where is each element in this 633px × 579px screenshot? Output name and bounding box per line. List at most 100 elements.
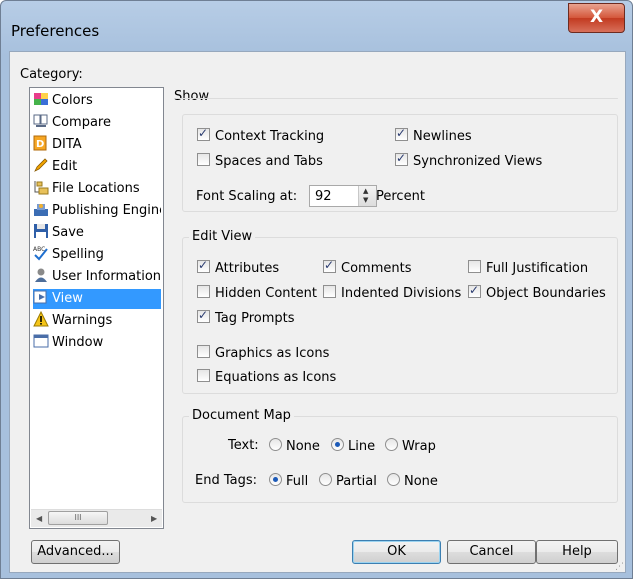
scroll-thumb[interactable]: III xyxy=(48,511,108,525)
show-divider xyxy=(175,98,618,99)
user-icon xyxy=(33,267,49,283)
attributes-checkbox[interactable]: Attributes xyxy=(197,258,280,276)
dialog-body: Category: Colors Compare D DITA Edit File… xyxy=(9,51,626,573)
checkbox-box[interactable] xyxy=(197,258,210,273)
object-boundaries-label: Object Boundaries xyxy=(486,286,606,301)
horizontal-scrollbar[interactable]: ◀ III ▶ xyxy=(31,509,162,527)
document-map-group-title: Document Map xyxy=(189,408,294,423)
text-none-radio[interactable]: None xyxy=(269,438,320,454)
category-item-dita[interactable]: D DITA xyxy=(33,135,161,155)
text-wrap-radio[interactable]: Wrap xyxy=(385,438,436,454)
preferences-window: Preferences X Category: Colors Compare D… xyxy=(0,0,633,579)
radio-dot[interactable] xyxy=(269,473,282,486)
checkbox-box[interactable] xyxy=(323,285,336,298)
category-item-edit[interactable]: Edit xyxy=(33,157,161,177)
graphics-as-icons-label: Graphics as Icons xyxy=(215,346,330,361)
category-item-save[interactable]: Save xyxy=(33,223,161,243)
context-tracking-checkbox[interactable]: Context Tracking xyxy=(197,126,324,144)
checkbox-box[interactable] xyxy=(197,153,210,166)
checkbox-box[interactable] xyxy=(395,151,408,166)
resize-grip-icon[interactable]: ⋰ xyxy=(615,562,624,572)
close-button[interactable]: X xyxy=(568,3,625,33)
category-item-warnings[interactable]: Warnings xyxy=(33,311,161,331)
colors-icon xyxy=(33,91,49,107)
font-scaling-value[interactable]: 92 xyxy=(315,189,332,204)
font-scaling-spinner[interactable]: 92 ▲ ▼ xyxy=(309,185,377,207)
checkbox-box[interactable] xyxy=(468,283,481,298)
object-boundaries-checkbox[interactable]: Object Boundaries xyxy=(468,283,606,301)
text-wrap-label: Wrap xyxy=(402,439,436,454)
spin-up-icon[interactable]: ▲ xyxy=(363,187,368,195)
equations-as-icons-checkbox[interactable]: Equations as Icons xyxy=(197,369,336,385)
end-tags-none-radio[interactable]: None xyxy=(387,473,438,489)
indented-divisions-checkbox[interactable]: Indented Divisions xyxy=(323,285,461,301)
radio-dot[interactable] xyxy=(319,473,332,486)
help-button[interactable]: Help xyxy=(536,540,618,564)
hidden-content-checkbox[interactable]: Hidden Content xyxy=(197,285,317,301)
category-item-label: View xyxy=(52,291,83,306)
radio-dot[interactable] xyxy=(331,438,344,451)
title-bar[interactable]: Preferences X xyxy=(1,1,632,51)
checkbox-box[interactable] xyxy=(468,260,481,273)
advanced-button[interactable]: Advanced... xyxy=(31,540,120,564)
scroll-right-icon[interactable]: ▶ xyxy=(151,514,157,523)
end-tags-full-radio[interactable]: Full xyxy=(269,473,308,489)
scroll-left-icon[interactable]: ◀ xyxy=(36,514,42,523)
category-label: Category: xyxy=(20,67,83,82)
category-list[interactable]: Colors Compare D DITA Edit File Locations… xyxy=(29,87,164,529)
category-item-file-locations[interactable]: File Locations xyxy=(33,179,161,199)
category-item-window[interactable]: Window xyxy=(33,333,161,353)
window-title: Preferences xyxy=(11,22,100,40)
checkbox-box[interactable] xyxy=(197,308,210,323)
category-item-label: Spelling xyxy=(52,247,104,262)
full-justification-label: Full Justification xyxy=(486,261,589,276)
checkbox-box[interactable] xyxy=(395,126,408,141)
edit-pencil-icon xyxy=(33,157,49,173)
text-line-radio[interactable]: Line xyxy=(331,438,375,454)
full-justification-checkbox[interactable]: Full Justification xyxy=(468,260,588,276)
radio-dot[interactable] xyxy=(385,438,398,451)
hidden-content-label: Hidden Content xyxy=(215,286,317,301)
checkbox-box[interactable] xyxy=(197,345,210,358)
category-item-label: Window xyxy=(52,335,104,350)
category-item-label: Compare xyxy=(52,115,111,130)
category-item-user-information[interactable]: User Information xyxy=(33,267,161,287)
spinner-arrows[interactable]: ▲ ▼ xyxy=(358,186,376,206)
attributes-label: Attributes xyxy=(215,261,280,276)
spin-down-icon[interactable]: ▼ xyxy=(363,196,368,204)
checkbox-box[interactable] xyxy=(197,126,210,141)
end-tags-partial-label: Partial xyxy=(336,474,377,489)
ok-button[interactable]: OK xyxy=(352,540,441,564)
end-tags-partial-radio[interactable]: Partial xyxy=(319,473,377,489)
category-item-colors[interactable]: Colors xyxy=(33,91,161,111)
radio-dot[interactable] xyxy=(269,438,282,451)
comments-checkbox[interactable]: Comments xyxy=(323,258,411,276)
category-item-spelling[interactable]: ABC Spelling xyxy=(33,245,161,265)
category-item-label: File Locations xyxy=(52,181,140,196)
window-icon xyxy=(33,333,49,349)
cancel-button[interactable]: Cancel xyxy=(447,540,536,564)
percent-label: Percent xyxy=(376,189,425,204)
tag-prompts-checkbox[interactable]: Tag Prompts xyxy=(197,308,295,326)
svg-text:D: D xyxy=(36,139,44,150)
graphics-as-icons-checkbox[interactable]: Graphics as Icons xyxy=(197,345,329,361)
newlines-checkbox[interactable]: Newlines xyxy=(395,126,472,144)
category-item-compare[interactable]: Compare xyxy=(33,113,161,133)
text-option-label: Text: xyxy=(228,438,259,453)
equations-as-icons-label: Equations as Icons xyxy=(215,370,337,385)
radio-dot[interactable] xyxy=(387,473,400,486)
checkbox-box[interactable] xyxy=(323,258,336,273)
checkbox-box[interactable] xyxy=(197,369,210,382)
category-item-publishing-engine[interactable]: Publishing Engine xyxy=(33,201,161,221)
category-item-label: Warnings xyxy=(52,313,113,328)
text-line-label: Line xyxy=(348,439,376,454)
synchronized-views-checkbox[interactable]: Synchronized Views xyxy=(395,151,542,169)
end-tags-full-label: Full xyxy=(286,474,309,489)
checkbox-box[interactable] xyxy=(197,285,210,298)
close-icon: X xyxy=(589,7,604,27)
spaces-tabs-label: Spaces and Tabs xyxy=(215,154,323,169)
spaces-tabs-checkbox[interactable]: Spaces and Tabs xyxy=(197,153,323,169)
warning-icon xyxy=(33,311,49,327)
category-item-view[interactable]: View xyxy=(33,289,161,309)
document-map-group xyxy=(182,416,618,503)
